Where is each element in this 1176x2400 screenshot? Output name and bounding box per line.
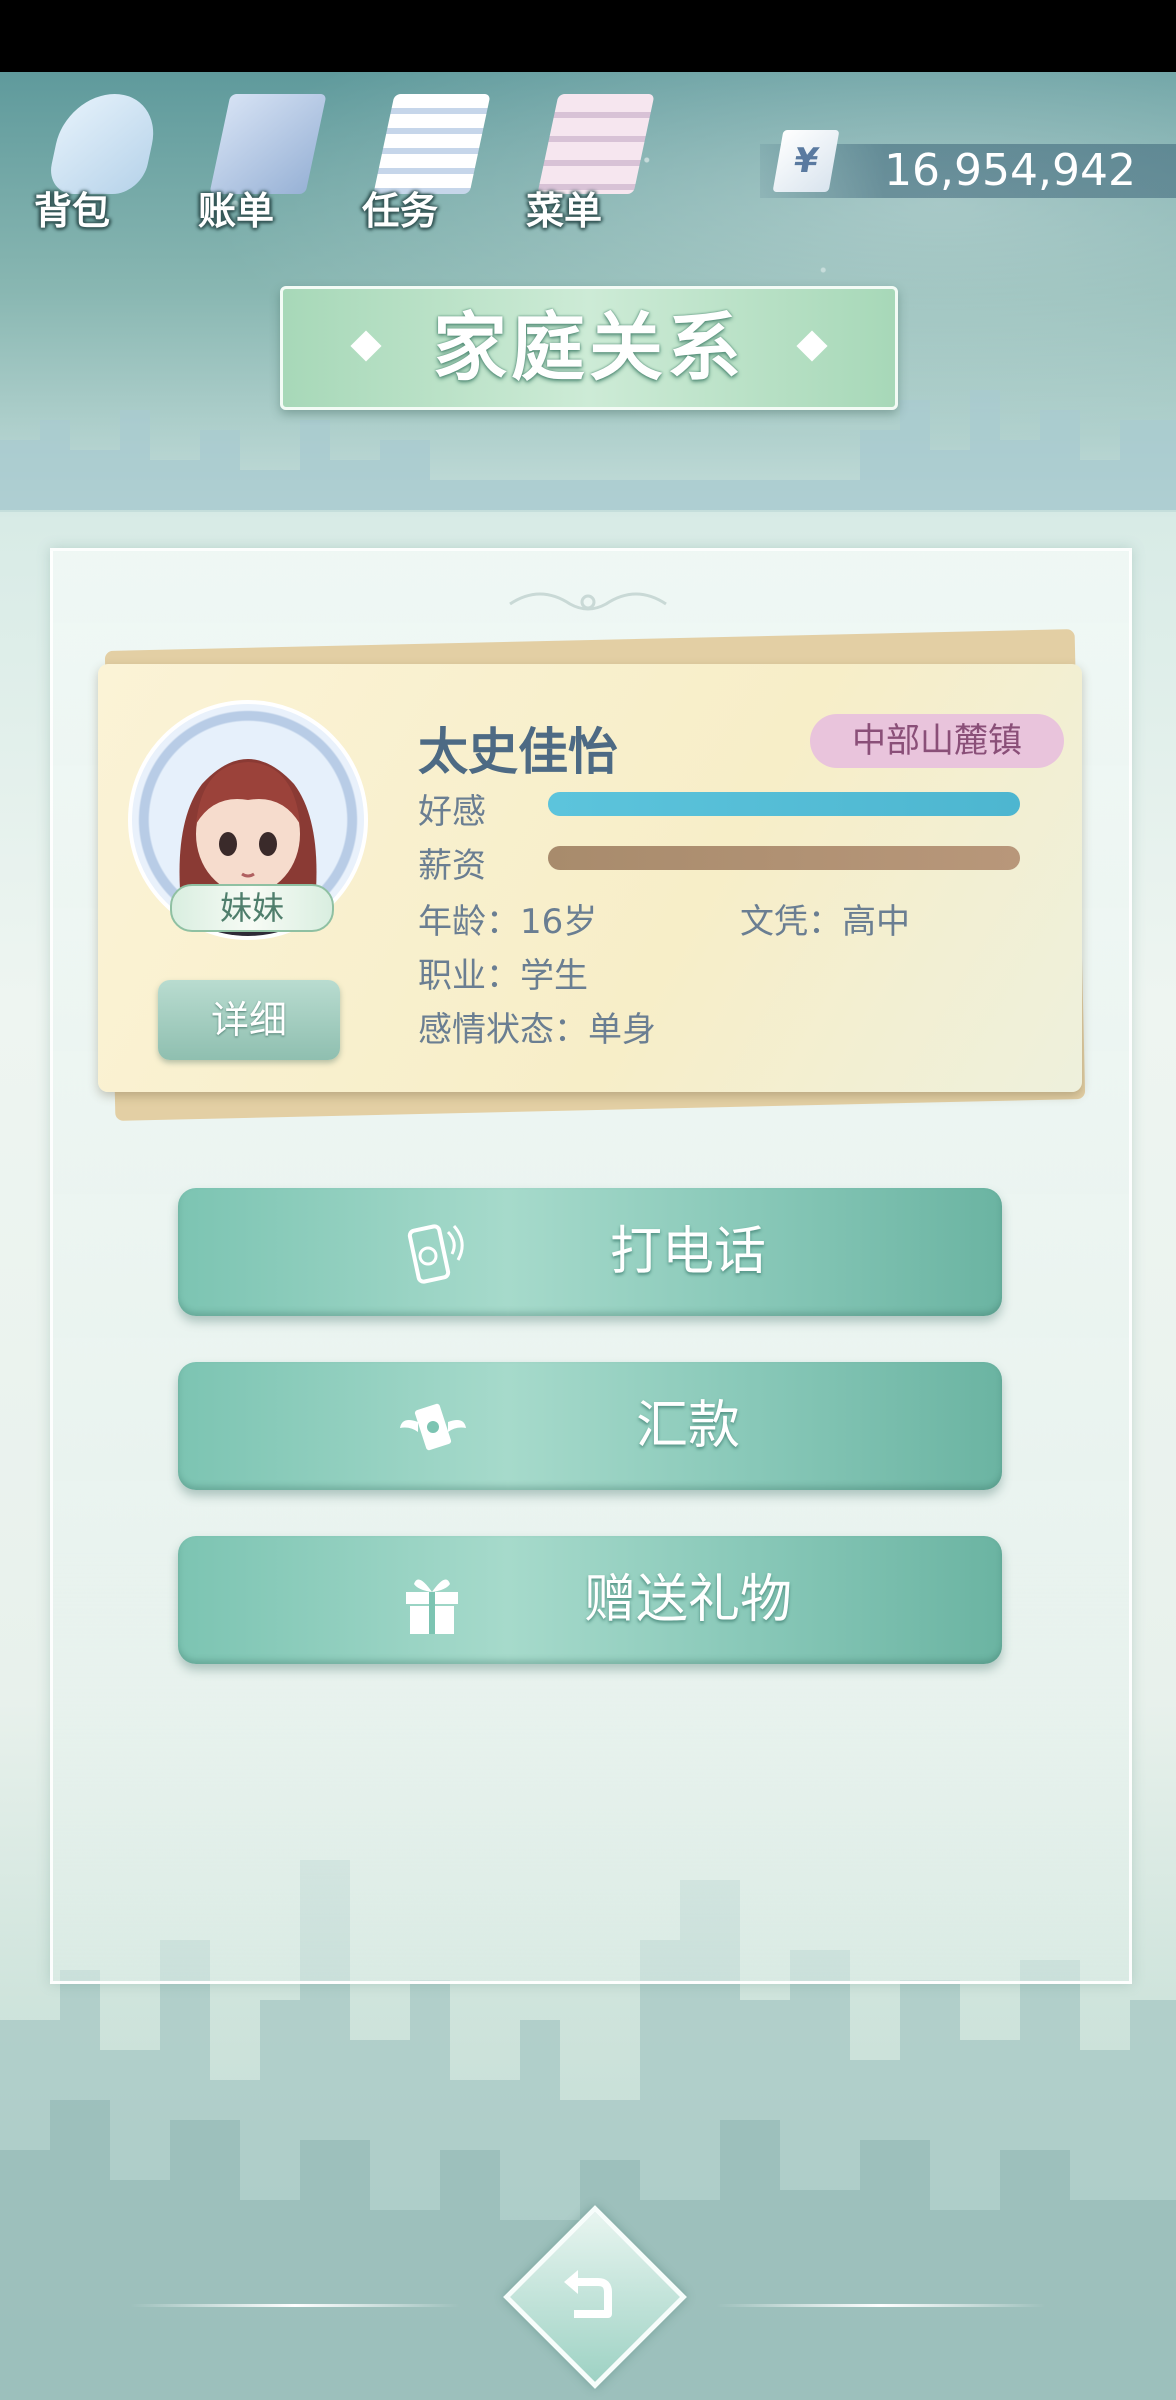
divider-line-left [130,2304,460,2307]
call-label: 打电话 [609,1222,766,1282]
divider-line-right [716,2304,1046,2307]
tasks-menu-button[interactable]: 任务 [362,88,491,233]
occupation-text: 职业：学生 [418,956,588,996]
remit-label: 汇款 [635,1396,740,1456]
gift-icon [406,1579,458,1634]
page-title: 家庭关系 [433,305,745,391]
region-badge: 中部山麓镇 [810,714,1064,768]
relationship-status-text: 感情状态：单身 [418,1010,656,1050]
education-text: 文凭：高中 [740,902,910,942]
favor-bar-fill [548,792,1020,816]
bag-label: 背包 [34,189,111,233]
menu-menu-button[interactable]: 菜单 [526,88,655,233]
gift-button[interactable]: 赠送礼物 [178,1536,1002,1664]
remit-button[interactable]: 汇款 [178,1362,1002,1490]
diamond-decoration-icon [796,330,828,362]
flourish-ornament-icon [509,592,667,611]
money-amount: 16,954,942 [884,145,1136,196]
salary-bar [548,846,1020,870]
yen-icon: ¥ [772,130,840,192]
favor-bar [548,792,1020,816]
relation-tag: 妹妹 [170,884,334,932]
return-arrow-icon [564,2270,612,2318]
bills-menu-button[interactable]: 账单 [198,88,327,233]
page-title-banner: 家庭关系 [280,286,898,410]
tasks-label: 任务 [362,189,439,233]
detail-button[interactable]: 详细 [158,980,340,1060]
character-name: 太史佳怡 [418,723,618,781]
gift-label: 赠送礼物 [583,1570,792,1630]
money-wings-icon [400,1403,466,1451]
diamond-decoration-icon [350,330,382,362]
bag-icon [45,94,163,194]
tasks-icon [373,94,491,194]
menu-label: 菜单 [526,189,603,233]
salary-label: 薪资 [418,846,486,886]
salary-bar-fill [548,846,1020,870]
menu-icon [537,94,655,194]
bills-icon [209,94,327,194]
age-text: 年龄：16岁 [418,902,598,942]
call-button[interactable]: 打电话 [178,1188,1002,1316]
favor-label: 好感 [418,792,486,832]
bills-label: 账单 [198,189,275,233]
phone-icon [407,1224,464,1284]
bag-menu-button[interactable]: 背包 [34,88,163,233]
